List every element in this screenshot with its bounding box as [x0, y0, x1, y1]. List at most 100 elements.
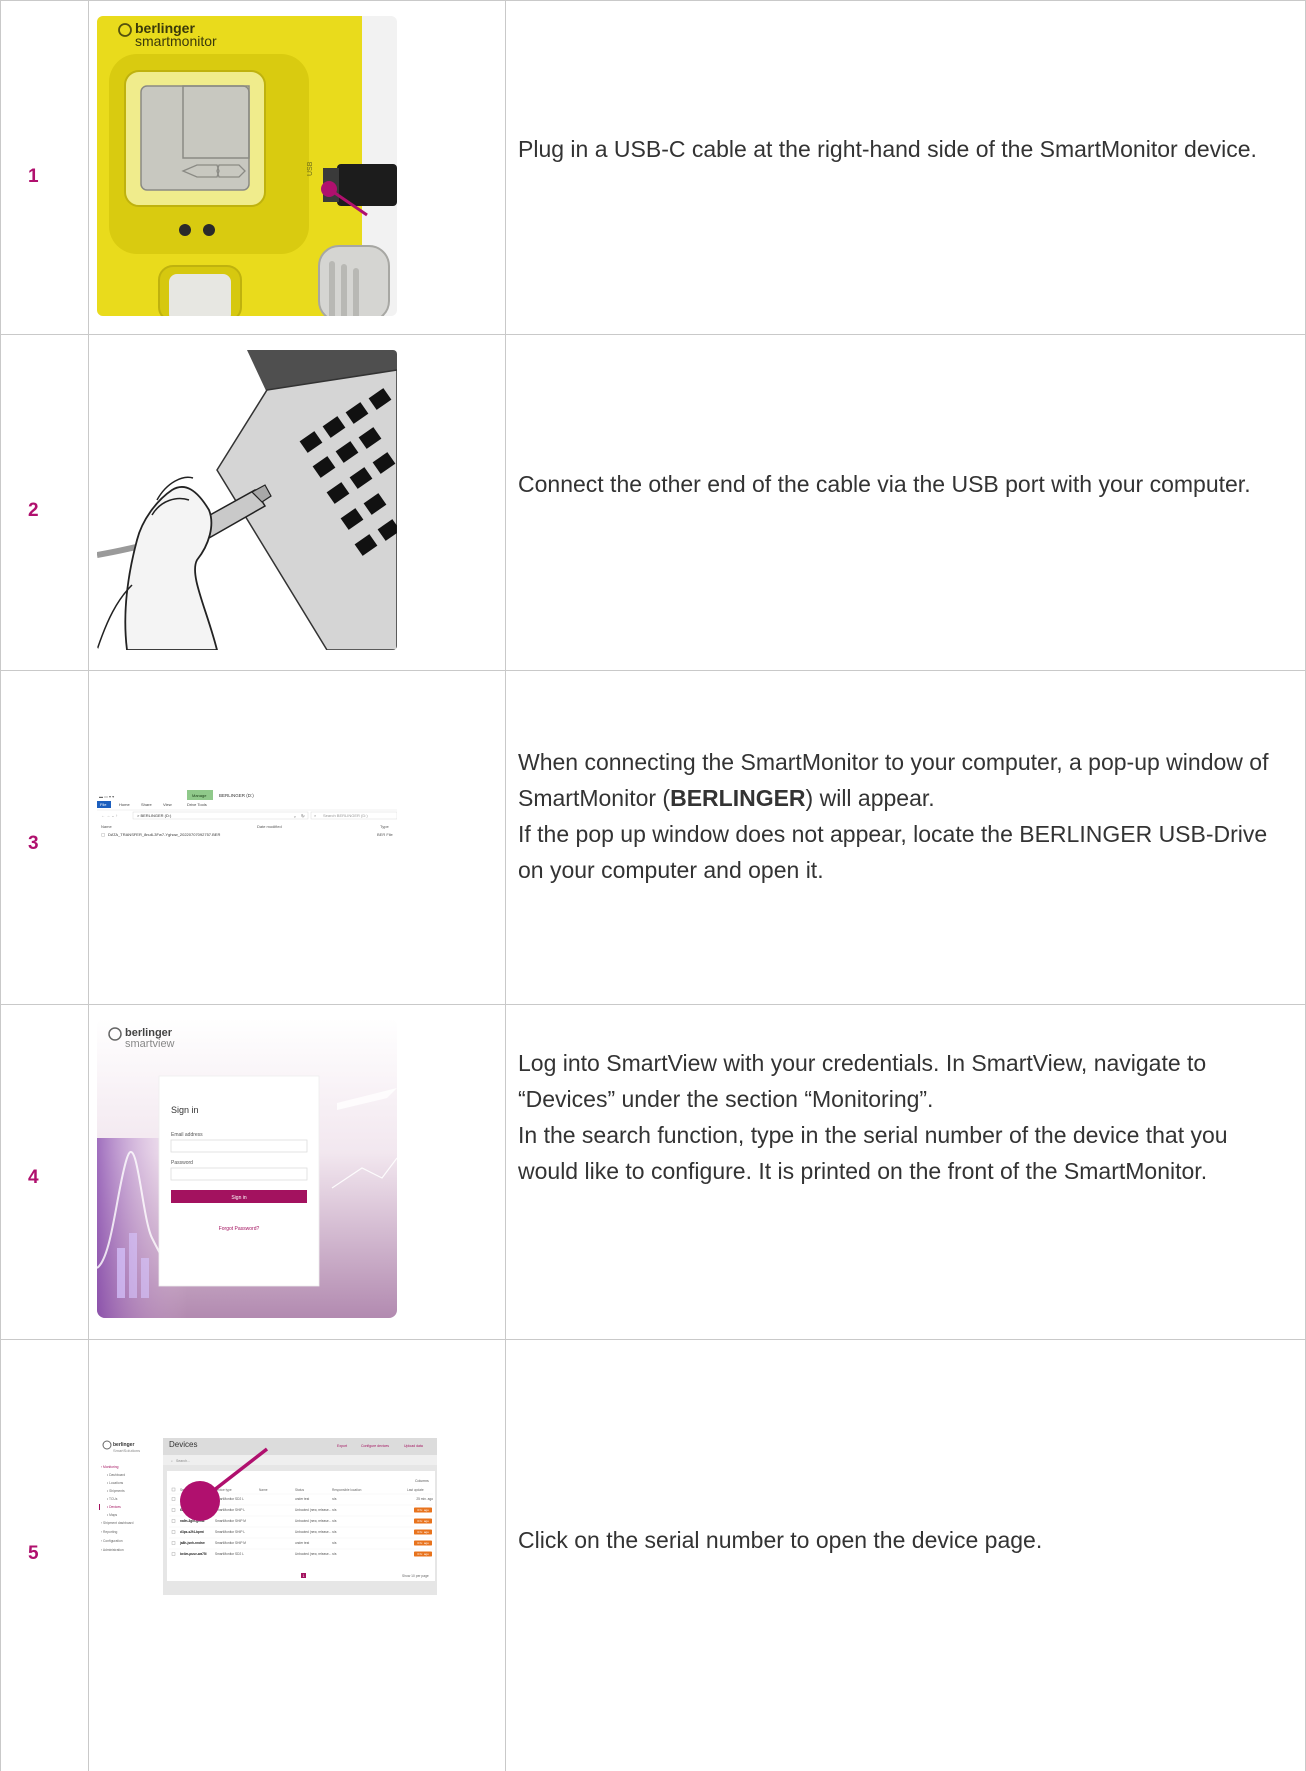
search-input[interactable]: Search... — [176, 1459, 190, 1463]
password-field[interactable] — [170, 1167, 308, 1181]
sidebar-item-locations[interactable]: • Locations — [107, 1481, 124, 1485]
column-date[interactable]: Date modified — [257, 824, 282, 829]
sidebar-item-shipment-dashboard[interactable]: › Shipment dashboard — [101, 1521, 134, 1525]
step-3-text-bold: BERLINGER — [670, 785, 806, 811]
sidebar-item-devices[interactable]: • Devices — [107, 1505, 121, 1509]
file-explorer-screenshot: Manage BERLINGER (D:) ▬ ▭ ▾ ▾ File Home … — [97, 790, 397, 860]
step-3-text-line-2: If the pop up window does not appear, lo… — [518, 821, 1268, 883]
configure-devices-button[interactable]: Configure devices — [361, 1444, 389, 1448]
location-cell: n/a — [332, 1541, 337, 1545]
quick-access-icons: ▬ ▭ ▾ ▾ — [99, 794, 114, 799]
row-divider-4 — [0, 1339, 1306, 1340]
location-cell: n/a — [332, 1497, 337, 1501]
instruction-table: 1 USB berlinger smartmonitor Plug in a U… — [0, 0, 1306, 1771]
column-header[interactable]: Responsible location — [332, 1488, 362, 1492]
sidebar-item-maps[interactable]: • Maps — [107, 1513, 117, 1517]
column-name[interactable]: Name — [101, 824, 112, 829]
email-field[interactable] — [170, 1139, 308, 1153]
sidebar-item-tcus[interactable]: • TCUs — [107, 1497, 118, 1501]
search-icon: ⌕ — [171, 1459, 173, 1463]
serial-number-link[interactable]: be4m-pusv-wa75l — [180, 1552, 207, 1556]
step-3-image: Manage BERLINGER (D:) ▬ ▭ ▾ ▾ File Home … — [97, 790, 397, 860]
device-type-cell: SmartMonitor SHIP M — [215, 1519, 246, 1523]
table-divider-number — [88, 0, 89, 1771]
column-header[interactable]: Status — [295, 1488, 304, 1492]
sidebar-item-configuration[interactable]: › Configuration — [101, 1539, 123, 1543]
last-update-cell: 25 min. ago — [416, 1497, 433, 1501]
device-type-cell: SmartMonitor SD2 L — [215, 1552, 244, 1556]
status-cell: Unbooted (new, release... — [295, 1519, 331, 1523]
sidebar-item-shipments[interactable]: • Shipments — [107, 1489, 125, 1493]
step-4-text: Log into SmartView with your credentials… — [518, 1045, 1288, 1189]
status-cell: Unbooted (new, release... — [295, 1508, 331, 1512]
dropdown-icon[interactable]: ⌄ — [293, 814, 297, 819]
status-cell: Unbooted (new, release... — [295, 1552, 331, 1556]
last-update-cell: 3 hr. ago — [417, 1530, 429, 1534]
last-update-cell: 3 hr. ago — [417, 1508, 429, 1512]
step-number-2: 2 — [28, 500, 39, 521]
step-4-text-line-1: Log into SmartView with your credentials… — [518, 1050, 1207, 1112]
step-number-5: 5 — [28, 1543, 39, 1564]
email-label: Email address — [171, 1132, 203, 1138]
step-4-image: berlinger smartview Sign in Email addres… — [97, 1018, 397, 1318]
tab-share[interactable]: Share — [141, 802, 152, 807]
file-row-name[interactable]: DATA_TRANSFER_8nu6-3Fw7-Yghow_2022070709… — [108, 832, 220, 837]
step-4-text-line-2: In the search function, type in the seri… — [518, 1122, 1228, 1184]
sign-in-button-label: Sign in — [231, 1195, 247, 1201]
active-indicator — [99, 1504, 100, 1510]
password-label: Password — [171, 1160, 193, 1166]
step-1-text: Plug in a USB-C cable at the right-hand … — [518, 136, 1257, 162]
tab-drive-tools[interactable]: Drive Tools — [187, 802, 207, 807]
serial-number-link[interactable]: ja8h-jsnh-nndrw — [179, 1541, 205, 1545]
column-header[interactable]: Name — [259, 1488, 268, 1492]
status-cell: under test — [295, 1497, 309, 1501]
step-2-image — [97, 350, 397, 650]
sidebar-item-administration[interactable]: › Administration — [101, 1548, 124, 1552]
row-divider-2 — [0, 670, 1306, 671]
smartview-devices-screenshot: berlinger SmartSolutions Devices ⌕ Searc… — [97, 1355, 437, 1595]
ribbon-manage: Manage — [192, 793, 207, 798]
location-cell: n/a — [332, 1519, 337, 1523]
pagination-current-label: 1 — [303, 1574, 305, 1578]
per-page-selector[interactable]: Show 10 per page — [402, 1574, 429, 1578]
location-cell: n/a — [332, 1552, 337, 1556]
smartview-signin-screenshot: berlinger smartview Sign in Email addres… — [97, 1018, 397, 1318]
columns-button[interactable]: Columns — [415, 1479, 429, 1483]
serial-number-link[interactable]: d3ps-s2f4-bpmt — [180, 1530, 205, 1534]
file-row-type: BER File — [377, 832, 394, 837]
sign-in-title: Sign in — [171, 1105, 199, 1115]
laptop-usb-illustration — [97, 350, 397, 650]
refresh-icon[interactable]: ↻ — [301, 814, 305, 819]
smartsolutions-logo-text: SmartSolutions — [113, 1448, 140, 1453]
step-number-3: 3 — [28, 833, 39, 854]
tab-view[interactable]: View — [163, 802, 172, 807]
step-3-text: When connecting the SmartMonitor to your… — [518, 744, 1288, 888]
sidebar-item-monitoring[interactable]: › Monitoring — [101, 1465, 119, 1469]
step-5-image: berlinger SmartSolutions Devices ⌕ Searc… — [97, 1355, 437, 1595]
column-header[interactable]: Last update — [407, 1488, 424, 1492]
file-icon: ▢ — [101, 832, 106, 837]
status-cell: under test — [295, 1541, 309, 1545]
upload-data-button[interactable]: Upload data — [404, 1444, 423, 1448]
location-cell: n/a — [332, 1508, 337, 1512]
sidebar-item-reporting[interactable]: › Reporting — [101, 1530, 117, 1534]
search-box[interactable]: Search BERLINGER (D:) — [323, 813, 368, 818]
table-border-left — [0, 0, 1, 1771]
row-divider-3 — [0, 1004, 1306, 1005]
table-divider-image — [505, 0, 506, 1771]
address-path[interactable]: > BERLINGER (D:) — [137, 813, 172, 818]
forgot-password-link[interactable]: Forgot Password? — [219, 1226, 260, 1232]
export-button[interactable]: Export — [337, 1444, 347, 1448]
sidebar-item-dashboard[interactable]: • Dashboard — [107, 1473, 125, 1477]
smartmonitor-usb-illustration: USB berlinger smartmonitor — [97, 16, 397, 316]
device-type-cell: SmartMonitor SHIP M — [215, 1541, 246, 1545]
tab-home[interactable]: Home — [119, 802, 130, 807]
column-type[interactable]: Type — [380, 824, 389, 829]
step-number-1: 1 — [28, 166, 39, 187]
smartview-logo-text: smartview — [125, 1038, 175, 1050]
table-border-top — [0, 0, 1306, 1]
last-update-cell: 3 hr. ago — [417, 1552, 429, 1556]
tab-file[interactable]: File — [100, 802, 107, 807]
device-type-cell: SmartMonitor SHIP L — [215, 1508, 245, 1512]
nav-arrows[interactable]: ← → ⌄ ↑ — [101, 813, 118, 818]
